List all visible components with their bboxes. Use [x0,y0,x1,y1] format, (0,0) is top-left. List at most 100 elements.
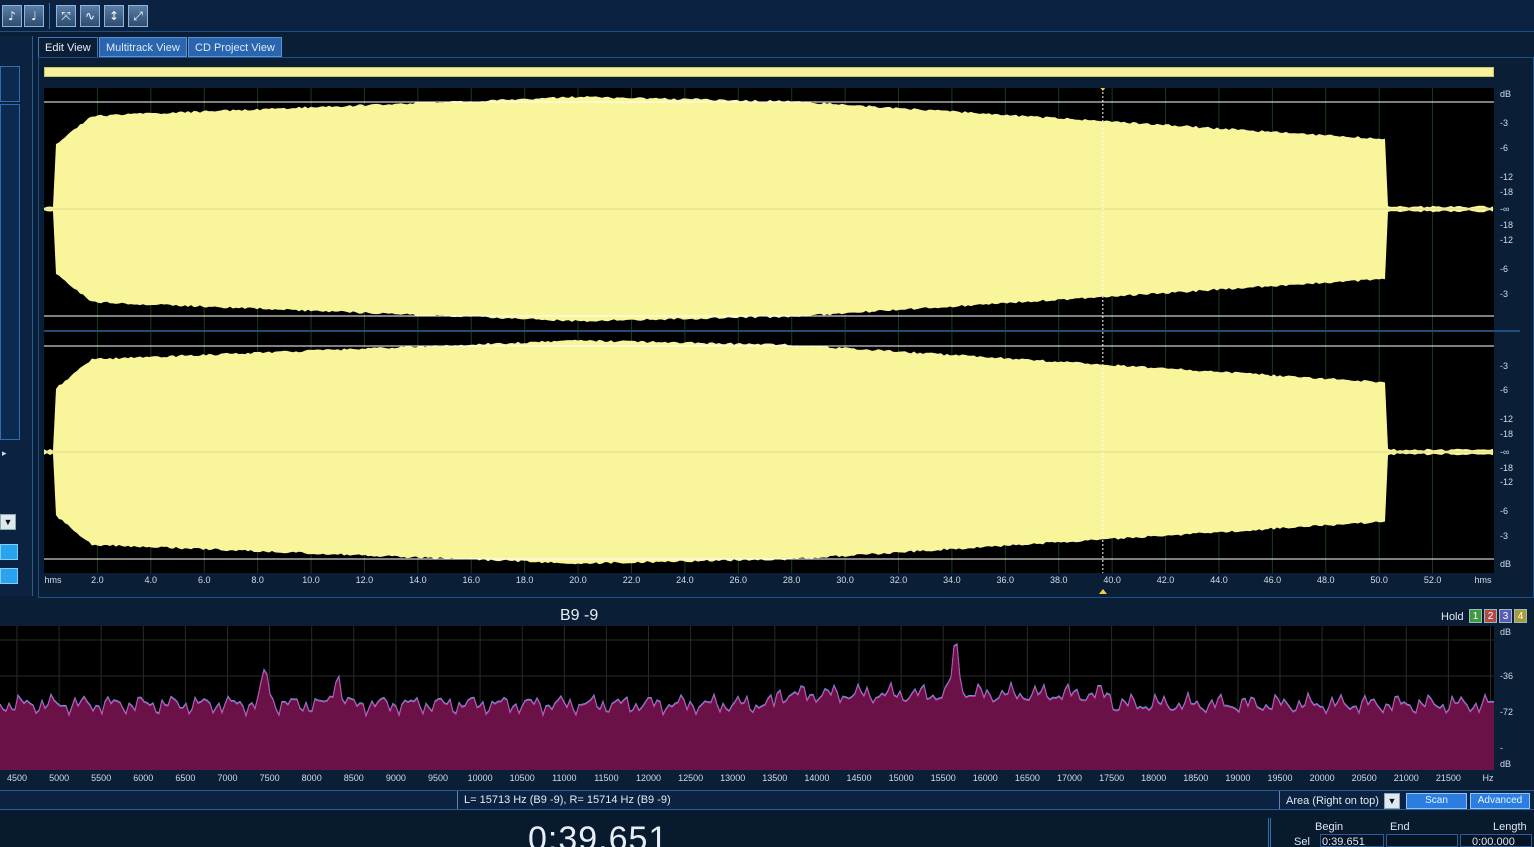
frequency-tick-label: 7000 [217,773,238,783]
begin-header: Begin [1315,821,1344,833]
time-tick-label: 26.0 [729,575,748,585]
spectrum-db-label: - [1500,743,1503,753]
frequency-spectrum[interactable]: dB -36 -72 - dB [0,626,1534,770]
tab-cd-project-view[interactable]: CD Project View [188,37,282,57]
spectrum-db-label: dB [1500,627,1511,637]
left-panel-box [0,66,20,102]
frequency-ruler: 4500 5000 5500 6000 6500 7000 7500 8000 8500 9000… [0,771,1500,785]
chevron-right-icon[interactable]: ▸ [2,448,7,459]
time-tick-label: 22.0 [622,575,641,585]
area-mode-label: Area (Right on top) [1286,795,1379,807]
frequency-tick-label: 12000 [635,773,662,783]
time-ruler[interactable]: hms 2.0 4.0 6.0 8.0 10.0 12.0 14.0 16.0 18.0 20.0 2… [44,573,1494,594]
frequency-tick-label: 18000 [1141,773,1167,783]
db-tick-label: -12 [1500,414,1513,424]
frequency-tick-label: 6000 [133,773,154,783]
time-tick-label: 4.0 [144,575,158,585]
hold-button-3[interactable]: 3 [1499,609,1512,623]
db-tick-label: -18 [1500,187,1513,197]
db-tick-label: -6 [1500,143,1508,153]
db-tick-label: dB [1500,559,1511,569]
app-window: ♪ ♩ ⤧ ∿ ↕ ⤢ ▸ ▼ Edit View Multitrack Vie… [0,0,1534,847]
advanced-button[interactable]: Advanced [1470,793,1530,809]
time-tick-label: 28.0 [782,575,801,585]
time-tick-label: 30.0 [836,575,854,585]
chevron-down-icon[interactable]: ▼ [0,514,16,530]
frequency-readout: L= 15713 Hz (B9 -9), R= 15714 Hz (B9 -9) [457,791,1280,809]
time-tick-label: 46.0 [1263,575,1282,585]
frequency-tick-label: 20000 [1309,773,1335,783]
length-header: Length [1493,821,1527,833]
time-tick-label: 52.0 [1423,575,1442,585]
time-tick-label: 12.0 [355,575,374,585]
expand-vertical-icon[interactable]: ↕ [104,5,124,27]
time-tick-label: 44.0 [1210,575,1228,585]
frequency-tick-label: 15500 [930,773,956,783]
db-tick-label: dB [1500,89,1511,99]
waveform-display[interactable]: dB -3 -6 -12 -18 -∞ -18 -12 -6 -3 -3 -6 -12 -18 -∞ -18 -… [44,88,1520,573]
time-tick-label: 20.0 [569,575,587,585]
stretch-icon[interactable]: ⤧ [56,5,76,27]
db-tick-label: -18 [1500,429,1513,439]
db-tick-label: -18 [1500,463,1513,473]
scan-button[interactable]: Scan [1406,793,1467,809]
frequency-unit-label: Hz [1482,773,1494,783]
time-tick-label: 32.0 [889,575,908,585]
time-tick-label: 8.0 [251,575,264,585]
frequency-tick-label: 8000 [301,773,322,783]
time-tick-label: 48.0 [1317,575,1335,585]
note-icon[interactable]: ♪ [2,5,22,27]
time-tick-label: 14.0 [409,575,427,585]
db-tick-label: -∞ [1500,447,1509,457]
db-tick-label: -12 [1500,477,1513,487]
frequency-tick-label: 10500 [509,773,535,783]
time-tick-label: 16.0 [462,575,481,585]
left-panel-button[interactable] [0,568,18,584]
frequency-tick-label: 19500 [1267,773,1293,783]
time-tick-label: 2.0 [91,575,104,585]
time-tick-label: 10.0 [302,575,320,585]
cursor-marker-icon[interactable] [1098,589,1107,594]
frequency-tick-label: 20500 [1351,773,1377,783]
db-tick-label: -∞ [1500,204,1509,214]
frequency-tick-label: 14500 [846,773,872,783]
frequency-tick-label: 10000 [467,773,493,783]
db-tick-label: -12 [1500,235,1513,245]
frequency-tick-label: 4500 [6,773,28,783]
hold-button-4[interactable]: 4 [1514,609,1527,623]
frequency-tick-label: 13500 [762,773,788,783]
hold-button-2[interactable]: 2 [1484,609,1497,623]
left-panel-list[interactable] [0,104,20,440]
time-display: 0:39.651 [528,820,669,847]
frequency-tick-label: 9500 [427,773,449,783]
left-panel-button[interactable] [0,544,18,560]
frequency-tick-label: 14000 [804,773,830,783]
spectrum-title: B9 -9 [560,607,599,624]
frequency-tick-label: 5000 [49,773,70,783]
selection-begin-value: 0:39.651 [1322,836,1365,847]
spectrum-db-label: dB [1500,759,1511,769]
db-tick-label: -6 [1500,506,1508,516]
expand-all-icon[interactable]: ⤢ [128,5,148,27]
db-tick-label: -12 [1500,172,1513,182]
tab-multitrack-view[interactable]: Multitrack View [99,37,187,57]
tab-edit-view[interactable]: Edit View [38,37,98,57]
frequency-tick-label: 21000 [1393,773,1419,783]
frequency-tick-label: 11500 [594,773,619,783]
selection-end-field[interactable] [1386,834,1458,847]
frequency-tick-label: 5500 [91,773,112,783]
time-tick-label: 24.0 [676,575,694,585]
frequency-tick-label: 17500 [1099,773,1125,783]
time-unit-label: hms [44,575,62,585]
time-tick-label: 18.0 [515,575,534,585]
overview-bar[interactable] [44,67,1494,77]
hold-button-1[interactable]: 1 [1469,609,1482,623]
db-tick-label: -6 [1500,264,1508,274]
end-header: End [1390,821,1410,833]
db-tick-label: -6 [1500,385,1508,395]
chevron-down-icon[interactable]: ▼ [1384,793,1400,809]
note-icon[interactable]: ♩ [24,5,44,27]
graph-icon[interactable]: ∿ [80,5,100,27]
selection-length-value: 0:00.000 [1472,836,1515,847]
time-tick-label: 40.0 [1103,575,1121,585]
